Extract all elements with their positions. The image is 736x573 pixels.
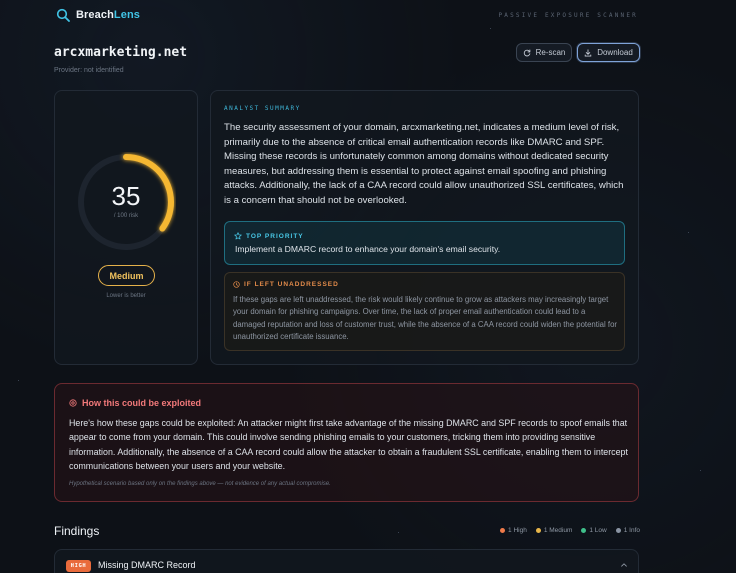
unaddressed-text: If these gaps are left unaddressed, the … (233, 295, 618, 342)
score-hint: Lower is better (106, 293, 146, 299)
risk-score-max: / 100 risk (113, 213, 139, 219)
chevron-up-icon[interactable] (620, 561, 628, 569)
target-icon (69, 399, 77, 407)
download-icon (584, 48, 592, 56)
exploit-disclaimer: Hypothetical scenario based only on the … (69, 481, 331, 487)
legend-low: 1 Low (581, 527, 607, 534)
magnifier-icon (56, 8, 70, 22)
star-icon (234, 232, 242, 240)
severity-badge: HIGH (66, 560, 91, 572)
legend-medium: 1 Medium (535, 527, 572, 534)
top-priority-title: TOP PRIORITY (234, 232, 304, 240)
low-dot-icon (581, 528, 587, 533)
background-speck (398, 532, 399, 533)
analyst-summary-label: ANALYST SUMMARY (224, 105, 301, 112)
download-button[interactable]: Download (577, 43, 640, 62)
top-priority-box (224, 221, 625, 265)
download-label: Download (597, 48, 633, 57)
rescan-button[interactable]: Re-scan (516, 43, 572, 62)
severity-legend: 1 High 1 Medium 1 Low 1 Info (500, 527, 640, 534)
top-priority-text: Implement a DMARC record to enhance your… (235, 244, 501, 254)
domain-title: arcxmarketing.net (54, 45, 188, 60)
background-speck (700, 470, 701, 471)
finding-name: Missing DMARC Record (98, 560, 196, 570)
brand-logo[interactable]: BreachLens (56, 8, 140, 22)
tagline: PASSIVE EXPOSURE SCANNER (498, 12, 638, 19)
background-speck (688, 232, 689, 233)
risk-level-badge: Medium (98, 265, 155, 286)
refresh-icon (523, 49, 530, 56)
exploit-title: How this could be exploited (69, 398, 201, 408)
risk-score-value: 35 (111, 181, 141, 211)
findings-title: Findings (54, 524, 100, 538)
brand-name: BreachLens (76, 9, 140, 21)
exploit-text: Here's how these gaps could be exploited… (69, 418, 628, 471)
top-bar: BreachLens PASSIVE EXPOSURE SCANNER (0, 0, 736, 32)
unaddressed-title: IF LEFT UNADDRESSED (233, 281, 339, 288)
info-dot-icon (615, 528, 621, 533)
legend-high: 1 High (500, 527, 527, 534)
background-speck (18, 380, 19, 381)
medium-dot-icon (535, 528, 541, 533)
legend-info: 1 Info (615, 527, 640, 534)
high-dot-icon (500, 528, 506, 533)
rescan-label: Re-scan (535, 48, 566, 57)
provider-label: Provider: not identified (54, 67, 124, 74)
clock-icon (233, 281, 240, 288)
analyst-summary-text: The security assessment of your domain, … (224, 122, 624, 206)
